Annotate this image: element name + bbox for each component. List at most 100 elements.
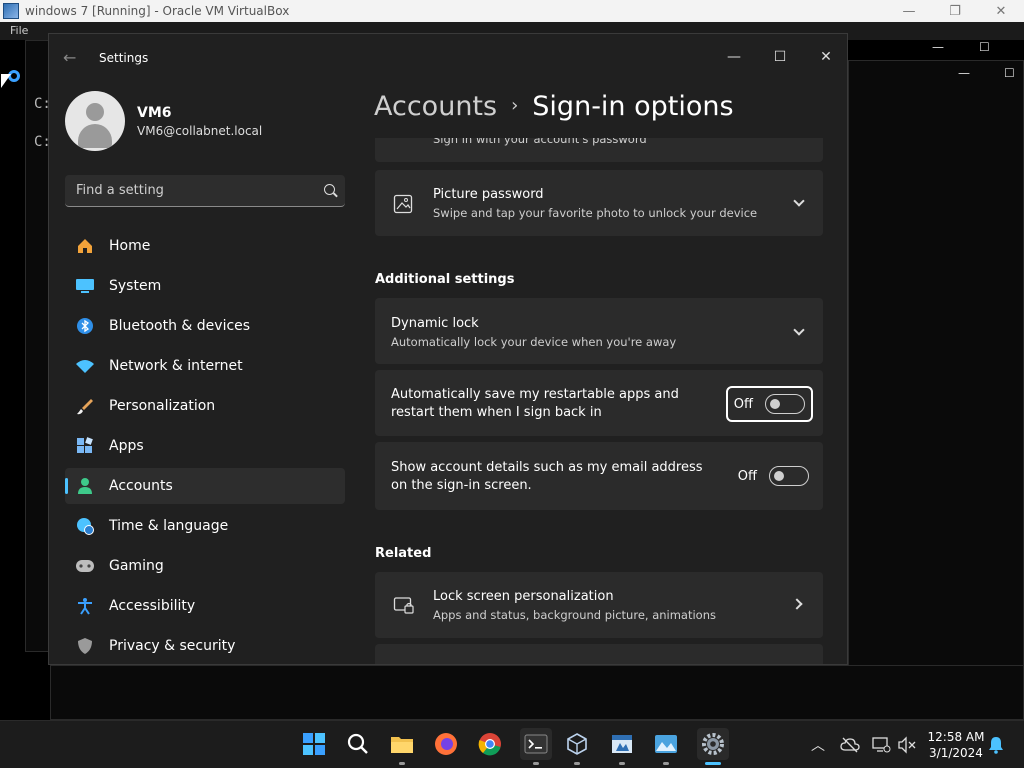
virtualbox-minimize-button[interactable]: — (886, 4, 932, 19)
key-icon (393, 138, 413, 142)
photos-icon[interactable] (653, 731, 679, 757)
settings-active-indicator (705, 762, 721, 765)
taskbar-clock[interactable]: 12:58 AM 3/1/2024 (922, 729, 990, 761)
user-email: VM6@collabnet.local (137, 124, 263, 138)
sidebar-item-home[interactable]: Home (65, 228, 345, 264)
file-explorer-icon[interactable] (389, 731, 415, 757)
breadcrumb: Accounts › Sign-in options (374, 91, 734, 122)
system-icon (75, 276, 95, 296)
user-name: VM6 (137, 105, 172, 121)
settings-titlebar: ← Settings — ☐ ✕ (49, 34, 847, 80)
avatar[interactable] (65, 91, 125, 151)
wifi-icon (75, 356, 95, 376)
account-details-toggle-wrap[interactable]: Off (738, 466, 809, 486)
lock-screen-card[interactable]: Lock screen personalization Apps and sta… (375, 572, 823, 638)
sidebar-item-personalization[interactable]: Personalization (65, 388, 345, 424)
terminal-icon[interactable] (520, 728, 552, 760)
gamepad-icon (75, 556, 95, 576)
sidebar-item-label: Bluetooth & devices (109, 318, 251, 334)
dynamic-lock-card[interactable]: Dynamic lock Automatically lock your dev… (375, 298, 823, 364)
virtualbox-titlebar: windows 7 [Running] - Oracle VM VirtualB… (0, 0, 1024, 22)
sidebar-item-label: Personalization (109, 398, 216, 414)
virtualbox-window-title: windows 7 [Running] - Oracle VM VirtualB… (25, 4, 290, 18)
sidebar-item-privacy-security[interactable]: Privacy & security (65, 628, 345, 664)
virtualbox-logo-icon (3, 3, 19, 19)
cloud-offline-icon[interactable] (840, 735, 860, 755)
back-arrow-icon[interactable]: ← (63, 48, 76, 67)
related-header: Related (375, 546, 432, 561)
background2-minimize-icon[interactable]: — (958, 66, 970, 80)
accessibility-icon (75, 596, 95, 616)
sidebar-item-label: Network & internet (109, 358, 243, 374)
restart-apps-toggle-label: Off (733, 396, 753, 412)
picture-password-card[interactable]: Picture password Swipe and tap your favo… (375, 170, 823, 236)
account-details-card: Show account details such as my email ad… (375, 442, 823, 510)
virtualbox-close-button[interactable]: ✕ (978, 4, 1024, 19)
background-window-right[interactable] (848, 60, 1024, 680)
sidebar-item-bluetooth[interactable]: Bluetooth & devices (65, 308, 345, 344)
password-card-subtitle: Sign in with your account's password (433, 138, 647, 146)
sidebar-item-network[interactable]: Network & internet (65, 348, 345, 384)
sidebar-item-gaming[interactable]: Gaming (65, 548, 345, 584)
picture-password-subtitle: Swipe and tap your favorite photo to unl… (433, 206, 758, 220)
taskbar: ︿ 12:58 AM 3/1/2024 (0, 720, 1024, 768)
lock-screen-icon (393, 596, 414, 616)
sidebar-item-label: System (109, 278, 162, 294)
search-icon[interactable] (345, 731, 371, 757)
background-window-bottom (50, 665, 1024, 720)
shield-icon (75, 636, 95, 656)
virtualbox-icon[interactable] (564, 731, 590, 757)
settings-close-button[interactable]: ✕ (811, 42, 841, 72)
sidebar-item-time-language[interactable]: Time & language (65, 508, 345, 544)
settings-maximize-button[interactable]: ☐ (765, 42, 795, 72)
sidebar-item-accessibility[interactable]: Accessibility (65, 588, 345, 624)
account-details-title: Show account details such as my email ad… (391, 460, 703, 493)
clock-date: 3/1/2024 (929, 746, 983, 760)
restart-apps-title: Automatically save my restartable apps a… (391, 387, 679, 420)
next-related-card-partial[interactable] (375, 644, 823, 664)
bluetooth-icon (75, 316, 95, 336)
chrome-icon[interactable] (477, 731, 503, 757)
firefox-icon[interactable] (433, 731, 459, 757)
restart-apps-toggle[interactable] (765, 394, 805, 414)
background-maximize-icon[interactable]: ☐ (979, 40, 990, 54)
settings-window: ← Settings — ☐ ✕ VM6 VM6@collabnet.local… (48, 33, 848, 665)
sidebar-item-label: Home (109, 238, 151, 254)
virtualbox-indicator (574, 762, 580, 765)
sidebar-item-accounts[interactable]: Accounts (65, 468, 345, 504)
start-icon[interactable] (301, 731, 327, 757)
search-box[interactable] (65, 175, 345, 207)
notification-bell-icon[interactable] (986, 735, 1006, 755)
password-card[interactable]: Sign in with your account's password (375, 138, 823, 162)
menu-file[interactable]: File (10, 24, 28, 37)
background2-maximize-icon[interactable]: ☐ (1004, 66, 1015, 80)
breadcrumb-accounts-link[interactable]: Accounts (374, 91, 497, 122)
chevron-down-icon[interactable] (793, 195, 805, 207)
chevron-up-icon[interactable]: ︿ (808, 735, 828, 755)
chevron-down-icon[interactable] (793, 324, 805, 336)
clock-time: 12:58 AM (927, 730, 985, 744)
search-input[interactable] (65, 175, 315, 206)
main-content[interactable]: Sign in with your account's password Pic… (375, 138, 823, 664)
sidebar-item-label: Accounts (109, 478, 173, 494)
volume-muted-icon[interactable] (897, 735, 917, 755)
account-details-toggle[interactable] (769, 466, 809, 486)
virtualbox-restore-button[interactable]: ❐ (932, 4, 978, 19)
sidebar-item-system[interactable]: System (65, 268, 345, 304)
settings-gear-icon[interactable] (697, 728, 729, 760)
snip-icon[interactable] (609, 731, 635, 757)
toggle-knob (774, 471, 784, 481)
network-icon[interactable] (871, 735, 891, 755)
search-icon[interactable] (324, 184, 335, 195)
chevron-right-icon[interactable] (791, 598, 803, 610)
sidebar-item-apps[interactable]: Apps (65, 428, 345, 464)
settings-minimize-button[interactable]: — (719, 42, 749, 72)
restart-apps-toggle-focus[interactable]: Off (725, 386, 813, 422)
restart-apps-card: Automatically save my restartable apps a… (375, 370, 823, 436)
settings-app-title: Settings (99, 51, 149, 65)
background-minimize-icon[interactable]: — (932, 40, 944, 54)
sidebar-nav: Home System Bluetooth & devices Network … (65, 228, 345, 664)
mouse-cursor-icon (1, 74, 11, 88)
file-explorer-indicator (399, 762, 405, 765)
page-title: Sign-in options (532, 91, 734, 122)
